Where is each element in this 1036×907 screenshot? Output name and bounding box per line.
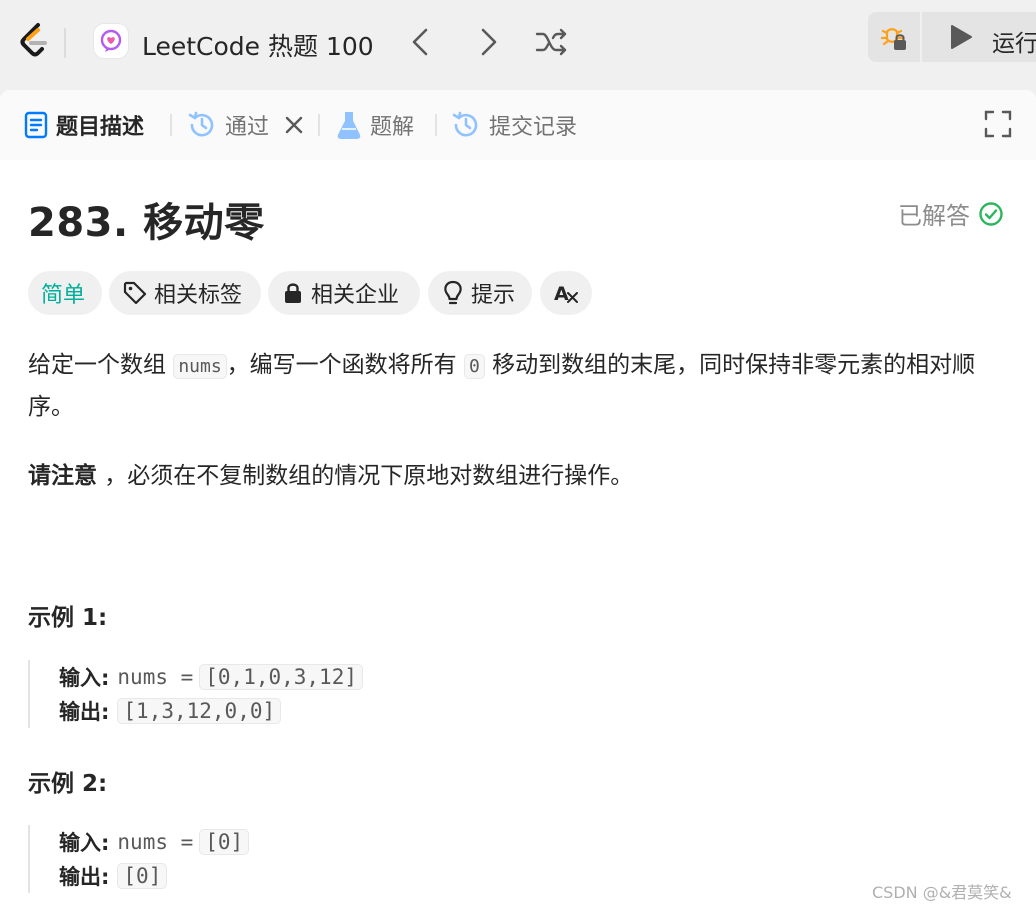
input-value: [0] <box>199 829 250 855</box>
output-value: [1,3,12,0,0] <box>117 698 282 724</box>
solved-status: 已解答 <box>898 196 1004 231</box>
leetcode-logo-icon[interactable] <box>18 22 52 60</box>
tab-accepted[interactable]: 通过 <box>187 108 305 142</box>
problem-list-icon[interactable] <box>94 24 128 58</box>
problem-title: 283. 移动零 <box>28 200 265 246</box>
debug-lock-icon <box>880 28 906 50</box>
run-button[interactable]: 运行 <box>922 12 1036 62</box>
history-icon <box>452 111 478 137</box>
input-label: 输入: <box>59 831 110 855</box>
description-text: 给定一个数组 <box>28 352 174 378</box>
history-icon <box>188 111 214 137</box>
lock-icon <box>285 283 301 303</box>
tag-icon <box>123 281 147 305</box>
note-bold: 请注意 <box>28 463 97 489</box>
example-heading: 示例 2: <box>28 771 108 797</box>
example-input: 输入: nums = [0,1,0,3,12] <box>59 660 363 694</box>
flask-icon <box>337 112 361 139</box>
example-block: 输入: nums = [0] 输出: [0] <box>28 825 250 893</box>
translate-icon: A <box>554 283 578 305</box>
translate-button[interactable]: A <box>540 271 592 315</box>
example-heading: 示例 1: <box>28 605 108 631</box>
hint-label: 提示 <box>471 283 516 308</box>
tab-label: 题解 <box>370 115 415 140</box>
input-value: [0,1,0,3,12] <box>199 664 363 690</box>
related-companies-button[interactable]: 相关企业 <box>268 271 420 315</box>
tab-solutions[interactable]: 题解 <box>336 108 414 142</box>
tab-divider <box>170 114 172 136</box>
tab-label: 提交记录 <box>489 115 578 140</box>
example-output: 输出: [1,3,12,0,0] <box>59 694 363 728</box>
lightbulb-icon <box>444 280 462 305</box>
difficulty-badge[interactable]: 简单 <box>28 271 102 315</box>
tab-divider <box>318 114 320 136</box>
description-panel: 题目描述 通过 题解 提交记录 283. 移动零 已解答 简单 相关标签 相关企… <box>0 90 1036 907</box>
description-icon <box>24 111 48 139</box>
output-value: [0] <box>117 863 168 889</box>
note-text: ，必须在不复制数组的情况下原地对数组进行操作。 <box>97 463 634 489</box>
check-circle-icon <box>979 201 1003 226</box>
close-tab-icon[interactable] <box>283 114 305 136</box>
tab-label: 通过 <box>225 115 270 140</box>
related-companies-label: 相关企业 <box>311 283 400 308</box>
tab-label: 题目描述 <box>56 115 145 140</box>
divider <box>64 28 66 58</box>
difficulty-label: 简单 <box>41 283 86 308</box>
problem-note: 请注意 ，必须在不复制数组的情况下原地对数组进行操作。 <box>28 456 1018 496</box>
tab-description[interactable]: 题目描述 <box>24 108 144 142</box>
inline-code: 0 <box>463 354 485 379</box>
output-label: 输出: <box>59 865 110 889</box>
inline-code: nums <box>173 354 227 379</box>
example-output: 输出: [0] <box>59 859 249 893</box>
input-label: 输入: <box>59 666 110 690</box>
problem-list-title[interactable]: LeetCode 热题 100 <box>142 27 374 63</box>
input-prefix: nums = <box>117 665 194 689</box>
description-text: ，编写一个函数将所有 <box>226 352 464 378</box>
fullscreen-icon[interactable] <box>984 110 1012 138</box>
related-tags-button[interactable]: 相关标签 <box>109 271 261 315</box>
hint-button[interactable]: 提示 <box>428 271 532 315</box>
problem-description: 给定一个数组 nums ，编写一个函数将所有 0 移动到数组的末尾，同时保持非零元… <box>28 345 1018 427</box>
run-button-label: 运行 <box>992 31 1036 57</box>
play-icon <box>951 25 972 49</box>
output-label: 输出: <box>59 700 110 724</box>
tab-divider <box>435 114 437 136</box>
example-input: 输入: nums = [0] <box>59 825 250 859</box>
shuffle-icon[interactable] <box>534 24 570 60</box>
top-nav: LeetCode 热题 100 运行 <box>0 0 1036 86</box>
watermark: CSDN @&君莫笑& <box>872 883 1012 902</box>
solved-label: 已解答 <box>898 202 970 230</box>
svg-text:A: A <box>554 283 569 305</box>
debug-button[interactable] <box>868 12 920 62</box>
tab-submissions[interactable]: 提交记录 <box>451 108 577 142</box>
input-prefix: nums = <box>117 830 194 854</box>
prev-problem-button[interactable] <box>403 24 439 60</box>
related-tags-label: 相关标签 <box>154 283 243 308</box>
example-block: 输入: nums = [0,1,0,3,12] 输出: [1,3,12,0,0] <box>28 660 363 728</box>
panel-tabs: 题目描述 通过 题解 提交记录 <box>0 90 1036 160</box>
next-problem-button[interactable] <box>470 24 506 60</box>
